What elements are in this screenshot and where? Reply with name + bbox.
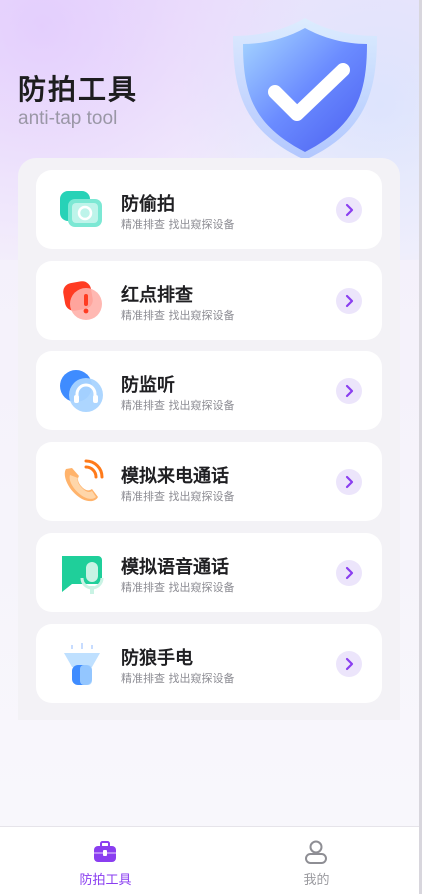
chevron-right-icon[interactable] [336, 288, 362, 314]
tool-name: 模拟语音通话 [121, 557, 229, 578]
tab-label: 我的 [303, 873, 330, 888]
chevron-right-icon[interactable] [336, 560, 362, 586]
red-dot-alert-icon [63, 281, 102, 320]
tool-card-red-dot[interactable]: 红点排查 精准排查 找出窥探设备 [36, 261, 382, 340]
chevron-right-icon[interactable] [336, 469, 362, 495]
tool-card-anti-eavesdrop[interactable]: 防监听 精准排查 找出窥探设备 [36, 351, 382, 430]
toolbox-icon [94, 841, 116, 862]
shield-check-icon [233, 18, 377, 160]
tool-card-fake-voice[interactable]: 模拟语音通话 精准排查 找出窥探设备 [36, 533, 382, 612]
tab-anti-photo-tools[interactable]: 防拍工具 [0, 827, 211, 895]
tool-name: 防偷拍 [121, 194, 175, 215]
camera-icon [60, 191, 102, 227]
chevron-right-icon[interactable] [336, 197, 362, 223]
tool-name: 红点排查 [121, 285, 193, 306]
tool-card-flashlight[interactable]: 防狼手电 精准排查 找出窥探设备 [36, 624, 382, 703]
tool-desc: 精准排查 找出窥探设备 [121, 218, 235, 231]
tool-card-fake-call[interactable]: 模拟来电通话 精准排查 找出窥探设备 [36, 442, 382, 521]
tool-name: 模拟来电通话 [121, 466, 229, 487]
tool-desc: 精准排查 找出窥探设备 [121, 309, 235, 322]
voice-chat-icon [62, 556, 104, 594]
tool-desc: 精准排查 找出窥探设备 [121, 490, 235, 503]
tool-name: 防监听 [121, 375, 175, 396]
tool-name: 防狼手电 [121, 648, 193, 669]
chevron-right-icon[interactable] [336, 651, 362, 677]
tool-desc: 精准排查 找出窥探设备 [121, 581, 235, 594]
bottom-tab-bar: 防拍工具 我的 [0, 826, 422, 895]
person-icon [305, 840, 327, 864]
flashlight-icon [64, 643, 100, 685]
tool-desc: 精准排查 找出窥探设备 [121, 672, 235, 685]
tool-desc: 精准排查 找出窥探设备 [121, 399, 235, 412]
tool-card-anti-photo[interactable]: 防偷拍 精准排查 找出窥探设备 [36, 170, 382, 249]
headset-icon [60, 370, 103, 412]
page-subtitle: anti-tap tool [18, 108, 118, 129]
tab-mine[interactable]: 我的 [211, 827, 422, 895]
tab-label: 防拍工具 [79, 873, 132, 888]
page-title: 防拍工具 [18, 73, 139, 106]
phone-call-icon [64, 459, 104, 502]
chevron-right-icon[interactable] [336, 378, 362, 404]
